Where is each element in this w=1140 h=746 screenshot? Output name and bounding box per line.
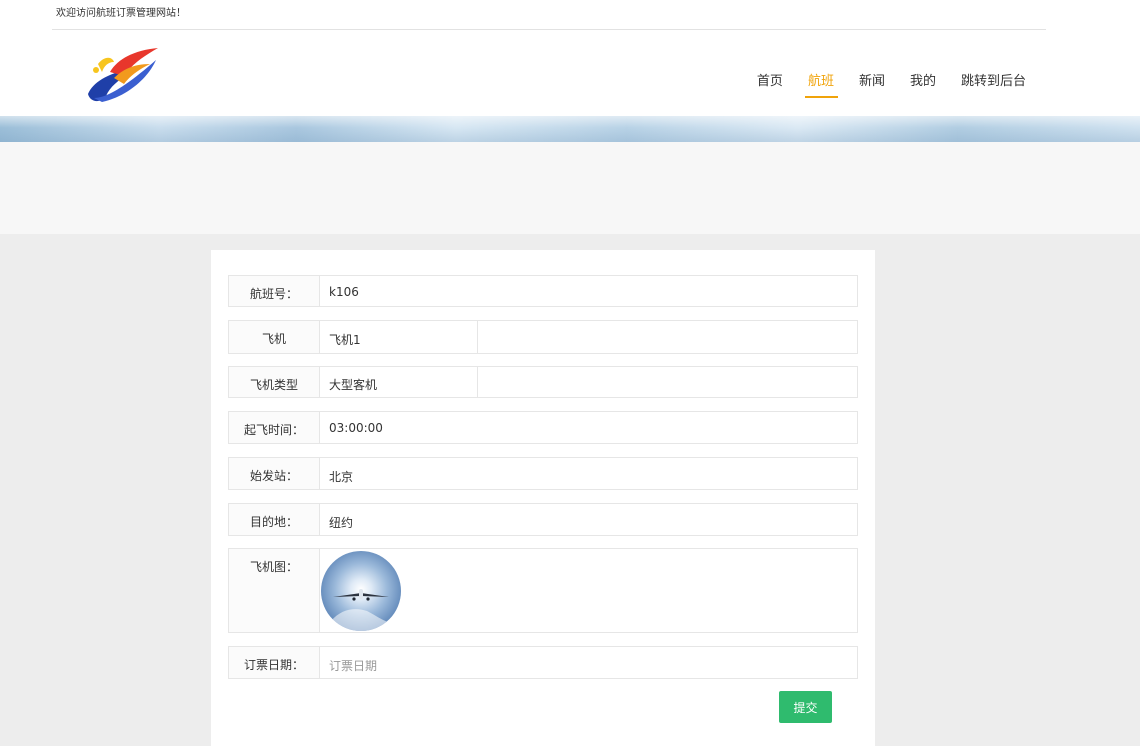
origin-field[interactable]: 北京 — [329, 468, 353, 485]
destination-field[interactable]: 纽约 — [329, 514, 353, 531]
booking-date-label: 订票日期： — [229, 647, 320, 678]
title-band — [0, 142, 1140, 234]
takeoff-time-row: 起飞时间： 03:00:00 — [228, 411, 858, 444]
takeoff-time-field[interactable]: 03:00:00 — [329, 421, 383, 435]
welcome-text: 欢迎访问航班订票管理网站！ — [56, 8, 186, 19]
plane-image-row: 飞机图： — [228, 548, 858, 633]
plane-type-value: 大型客机 — [329, 378, 378, 392]
plane-type-label: 飞机类型 — [229, 367, 320, 397]
destination-label: 目的地： — [229, 504, 320, 535]
site-logo[interactable] — [84, 42, 164, 104]
destination-row: 目的地： 纽约 — [228, 503, 858, 536]
airplane-icon — [331, 589, 391, 631]
booking-form: 航班号： k106 飞机 飞机1 飞机类型 大型客机 起飞时间： 03:00:0… — [211, 250, 875, 746]
nav-admin[interactable]: 跳转到后台 — [961, 70, 1026, 96]
nav-news[interactable]: 新闻 — [859, 70, 885, 96]
origin-row: 始发站： 北京 — [228, 457, 858, 490]
plane-row: 飞机 飞机1 — [228, 320, 858, 354]
header: 欢迎访问航班订票管理网站！ 首页 航班 新闻 我的 跳转到后台 — [0, 0, 1140, 116]
header-divider — [52, 29, 1046, 30]
nav-mine[interactable]: 我的 — [910, 70, 936, 96]
nav-flights[interactable]: 航班 — [804, 70, 838, 98]
plane-type-row: 飞机类型 大型客机 — [228, 366, 858, 398]
flight-number-field[interactable]: k106 — [329, 285, 359, 299]
main-nav: 首页 航班 新闻 我的 跳转到后台 — [732, 70, 1026, 98]
plane-label: 飞机 — [229, 321, 320, 353]
nav-home[interactable]: 首页 — [757, 70, 783, 96]
booking-date-row: 订票日期： 订票日期 — [228, 646, 858, 679]
origin-label: 始发站： — [229, 458, 320, 489]
plane-image-holder — [321, 549, 403, 633]
submit-button[interactable]: 提交 — [779, 691, 832, 723]
plane-photo[interactable] — [321, 551, 401, 631]
banner-overlay — [0, 116, 1140, 142]
flight-number-row: 航班号： k106 — [228, 275, 858, 307]
sky-banner — [0, 116, 1140, 142]
flight-number-label: 航班号： — [229, 276, 320, 306]
plane-value: 飞机1 — [329, 333, 361, 347]
plane-image-label: 飞机图： — [229, 549, 320, 632]
booking-date-input[interactable]: 订票日期 — [329, 657, 377, 674]
takeoff-time-label: 起飞时间： — [229, 412, 320, 443]
